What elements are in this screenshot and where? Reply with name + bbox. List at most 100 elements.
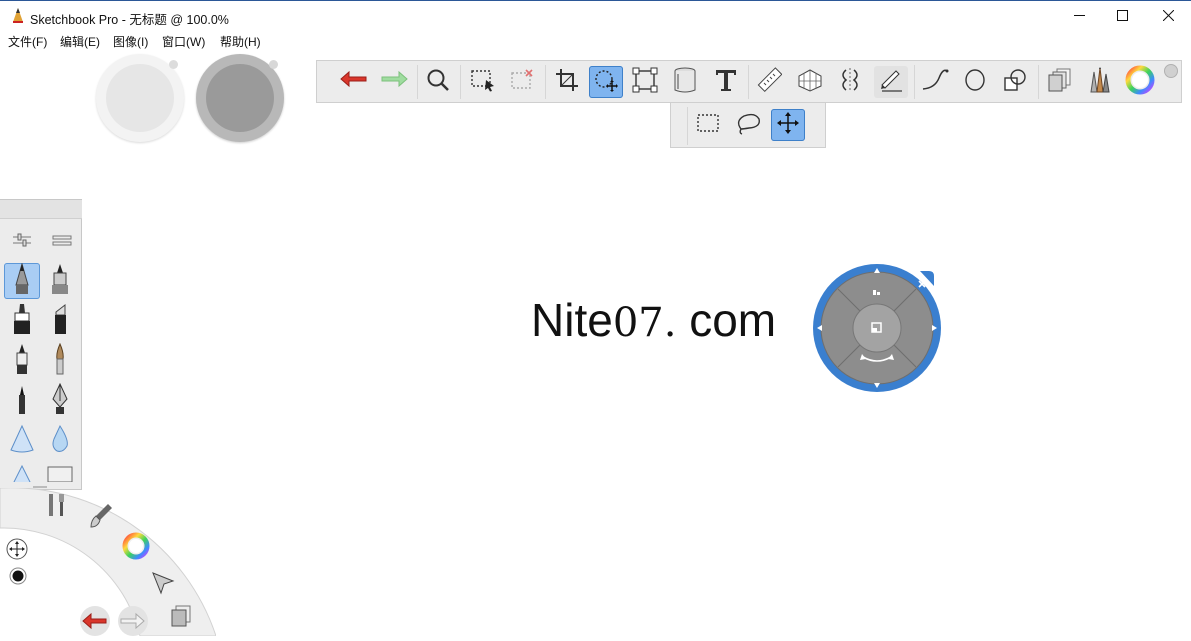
menu-file[interactable]: 文件(F) — [8, 33, 47, 50]
brush-icon — [88, 504, 114, 534]
symmetry-icon — [837, 67, 863, 98]
move-button[interactable] — [771, 109, 805, 141]
brush-dot-button[interactable] — [9, 567, 27, 590]
rect-select-icon — [696, 113, 720, 138]
brush-felt-pen[interactable] — [4, 383, 40, 419]
selection-sub-toolbar — [670, 102, 826, 148]
color-wheel-icon — [122, 532, 150, 564]
brush-paintbrush[interactable] — [42, 342, 78, 380]
brush-eraser[interactable] — [42, 462, 78, 484]
shape-button[interactable] — [998, 66, 1032, 98]
fill-button[interactable] — [668, 66, 702, 98]
paintbrush-icon — [50, 342, 70, 380]
layers-icon — [1047, 67, 1073, 98]
deselect-button[interactable] — [505, 66, 539, 98]
redo-icon — [380, 70, 408, 95]
window-title: Sketchbook Pro - 无标题 @ 100.0% — [30, 13, 229, 27]
perspective-icon — [797, 67, 823, 98]
layers-icon — [168, 605, 194, 634]
transform-icon — [593, 67, 619, 98]
zoom-button[interactable] — [421, 66, 455, 98]
brushes-icon — [1086, 66, 1114, 99]
brush-opacity-puck[interactable] — [196, 54, 284, 142]
symmetry-button[interactable] — [833, 66, 867, 98]
airbrush-icon — [9, 424, 35, 459]
pen-icon — [49, 263, 71, 300]
canvas-text-part: Nite — [531, 294, 613, 346]
text-button[interactable] — [709, 66, 743, 98]
maximize-button[interactable] — [1099, 1, 1145, 32]
redo-button[interactable] — [377, 66, 411, 98]
deselect-icon — [509, 68, 535, 97]
move-icon — [6, 538, 28, 564]
brush-pencil[interactable] — [4, 261, 40, 300]
ellipse-icon — [962, 67, 988, 98]
stroke-icon — [878, 67, 904, 98]
separator — [1038, 65, 1039, 99]
rect-select-button[interactable] — [691, 109, 725, 141]
brush-size-puck[interactable] — [96, 54, 184, 142]
select-arrow-button[interactable] — [150, 570, 176, 601]
undo-button[interactable] — [337, 66, 371, 98]
minimize-icon — [1073, 8, 1085, 26]
fill-icon — [672, 66, 698, 99]
layers-button[interactable] — [1043, 66, 1077, 98]
ruler-button[interactable] — [752, 66, 786, 98]
lasso-button[interactable] — [731, 109, 765, 141]
brush-calligraphy[interactable] — [42, 382, 78, 420]
close-icon — [1162, 8, 1174, 26]
palette-header[interactable] — [0, 200, 82, 219]
maximize-icon — [1116, 8, 1128, 26]
menu-window[interactable]: 窗口(W) — [162, 33, 205, 50]
undo-icon — [340, 70, 368, 95]
brush-marker[interactable] — [4, 303, 40, 339]
fountain-pen-icon — [49, 382, 71, 420]
layers-button-lagoon[interactable] — [168, 604, 194, 635]
lagoon-menu — [0, 488, 216, 636]
dot-icon — [269, 60, 278, 69]
move-icon — [775, 110, 801, 141]
color-editor-button[interactable] — [122, 532, 150, 565]
separator — [914, 65, 915, 99]
brushes-button[interactable] — [1083, 66, 1117, 98]
menu-help[interactable]: 帮助(H) — [220, 33, 261, 50]
brush-airbrush[interactable] — [4, 423, 40, 459]
curve-button[interactable] — [918, 66, 952, 98]
close-button[interactable] — [1145, 1, 1191, 32]
pencil-icon — [12, 261, 32, 300]
menu-image[interactable]: 图像(I) — [113, 33, 148, 50]
transform-puck[interactable] — [810, 264, 944, 394]
opacity-indicator — [206, 64, 274, 132]
brush-cone[interactable] — [4, 462, 40, 484]
distort-button[interactable] — [628, 66, 662, 98]
select-button[interactable] — [466, 66, 500, 98]
perspective-button[interactable] — [793, 66, 827, 98]
ink-pen-icon — [12, 343, 32, 380]
toolbar-grip-icon[interactable] — [1164, 64, 1178, 78]
tools-button[interactable] — [46, 492, 68, 523]
brush-settings-icon[interactable] — [12, 232, 32, 253]
cone-icon — [9, 462, 35, 484]
redo-icon — [116, 606, 150, 640]
transform-button[interactable] — [589, 66, 623, 98]
ellipse-button[interactable] — [958, 66, 992, 98]
brush-ink-pen[interactable] — [4, 343, 40, 379]
stroke-button[interactable] — [874, 66, 908, 98]
menu-edit[interactable]: 编辑(E) — [60, 33, 100, 50]
brush-chisel-marker[interactable] — [42, 303, 78, 339]
color-wheel-button[interactable] — [1123, 65, 1157, 98]
separator — [460, 65, 461, 99]
tools-icon — [46, 494, 68, 522]
brush-water[interactable] — [42, 423, 78, 459]
shape-icon — [1002, 67, 1028, 98]
dot-icon — [9, 567, 27, 589]
crop-button[interactable] — [550, 66, 584, 98]
brush-library-icon[interactable] — [52, 234, 72, 252]
minimize-button[interactable] — [1056, 1, 1102, 32]
brush-technical-pen[interactable] — [42, 263, 78, 299]
zoom-icon — [426, 68, 450, 97]
pan-zoom-button[interactable] — [6, 538, 28, 565]
pencil-icon — [11, 8, 25, 24]
main-toolbar — [316, 60, 1182, 103]
brush-properties-button[interactable] — [88, 502, 114, 535]
